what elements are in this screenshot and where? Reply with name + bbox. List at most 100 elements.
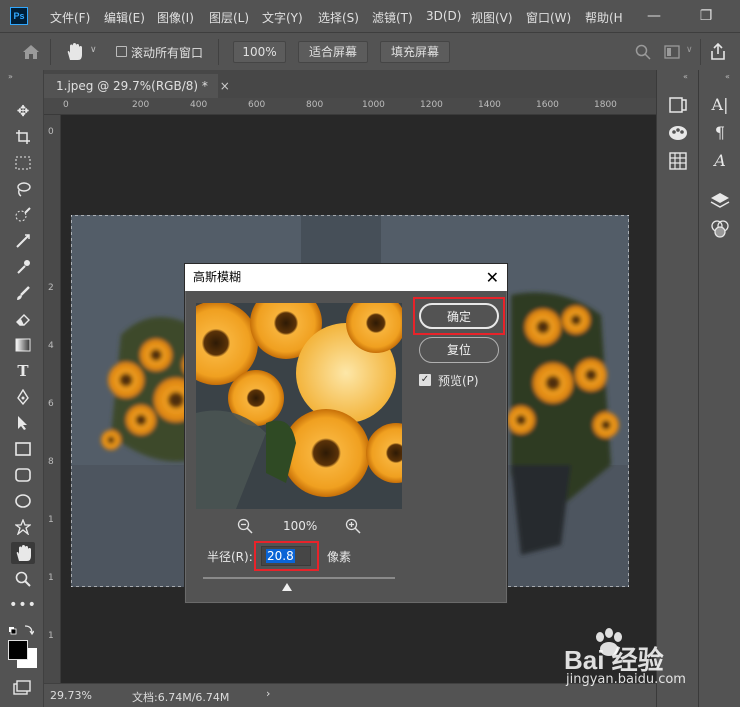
rounded-rectangle-tool-icon[interactable] xyxy=(11,464,35,486)
marquee-tool-icon[interactable] xyxy=(11,152,35,174)
swatches-icon[interactable] xyxy=(667,150,689,172)
tab-close-icon[interactable]: × xyxy=(220,79,230,93)
close-icon[interactable]: ✕ xyxy=(486,264,499,291)
workspace-icon[interactable] xyxy=(664,45,680,59)
eyedropper-tool-icon[interactable] xyxy=(11,256,35,278)
ruler-label: 1400 xyxy=(478,100,501,110)
collapse-icon[interactable]: « xyxy=(725,72,730,81)
ruler-label: 1800 xyxy=(594,100,617,110)
share-icon[interactable] xyxy=(710,43,726,60)
type-tool-icon[interactable]: T xyxy=(11,360,35,382)
ruler-label: 800 xyxy=(306,100,324,110)
document-tab-title: 1.jpeg @ 29.7%(RGB/8) * xyxy=(56,79,208,93)
chevron-down-icon[interactable]: ∨ xyxy=(686,45,693,55)
restore-button[interactable]: ❐ xyxy=(692,4,720,28)
foreground-color-swatch[interactable] xyxy=(8,640,28,660)
screen-mode-icon[interactable] xyxy=(13,680,31,696)
document-tab[interactable]: 1.jpeg @ 29.7%(RGB/8) * × xyxy=(44,74,230,98)
menu-edit[interactable]: 编辑(E) xyxy=(104,9,145,26)
panel-dock-right: « A| ¶ A xyxy=(698,70,740,707)
glyphs-icon[interactable]: A xyxy=(709,150,731,172)
preview-checkbox[interactable]: ✓ xyxy=(419,374,431,386)
hand-tool-icon[interactable] xyxy=(11,542,35,564)
crop-tool-icon[interactable] xyxy=(11,230,35,252)
options-bar: ∨ 滚动所有窗口 100% 适合屏幕 填充屏幕 ∨ xyxy=(0,32,740,70)
radius-label: 半径(R): xyxy=(207,550,253,564)
custom-shape-tool-icon[interactable] xyxy=(11,516,35,538)
artboard-tool-icon[interactable] xyxy=(11,126,35,148)
menu-3d[interactable]: 3D(D) xyxy=(426,9,461,23)
menu-view[interactable]: 视图(V) xyxy=(471,9,513,26)
document-tab-bar: 1.jpeg @ 29.7%(RGB/8) * × xyxy=(44,70,656,98)
path-selection-tool-icon[interactable] xyxy=(11,412,35,434)
dialog-title: 高斯模糊 xyxy=(193,270,242,284)
sunflower-preview-image xyxy=(196,303,402,509)
gaussian-blur-dialog: 高斯模糊 ✕ 确定 复位 ✓ 预览(P) 100% 半径(R): 20.8 像素 xyxy=(184,263,508,604)
ruler-label: 0 xyxy=(63,100,69,110)
menu-type[interactable]: 文字(Y) xyxy=(262,9,303,26)
vertical-ruler: 0 2 4 6 8 1 1 1 xyxy=(44,115,61,683)
dialog-titlebar[interactable]: 高斯模糊 ✕ xyxy=(185,264,507,291)
menu-help[interactable]: 帮助(H xyxy=(585,9,623,26)
baidu-watermark: Bai 经验 jingyan.baidu.com xyxy=(556,626,736,690)
ruler-label: 0 xyxy=(48,127,54,137)
home-icon[interactable] xyxy=(22,44,40,60)
gradient-tool-icon[interactable] xyxy=(11,334,35,356)
more-tools-icon[interactable]: ••• xyxy=(9,594,36,616)
scroll-all-windows-label: 滚动所有窗口 xyxy=(131,46,204,60)
photoshop-logo: Ps xyxy=(10,7,28,25)
paragraph-icon[interactable]: ¶ xyxy=(709,122,731,144)
ellipse-tool-icon[interactable] xyxy=(11,490,35,512)
ruler-label: 1 xyxy=(48,573,54,583)
lasso-tool-icon[interactable] xyxy=(11,178,35,200)
baidu-url-text: jingyan.baidu.com xyxy=(566,672,686,687)
pen-tool-icon[interactable] xyxy=(11,386,35,408)
collapse-icon[interactable]: « xyxy=(683,72,688,81)
brush-tool-icon[interactable] xyxy=(11,282,35,304)
preview-pane[interactable] xyxy=(196,303,402,509)
hand-tool-icon[interactable] xyxy=(64,42,84,62)
radius-slider-thumb[interactable] xyxy=(281,582,293,592)
history-icon[interactable] xyxy=(667,94,689,116)
rectangle-tool-icon[interactable] xyxy=(11,438,35,460)
radius-slider-track[interactable] xyxy=(203,577,395,579)
move-tool-icon[interactable]: ✥ xyxy=(11,100,35,122)
divider xyxy=(700,39,701,65)
menu-layer[interactable]: 图层(L) xyxy=(209,9,249,26)
channels-icon[interactable] xyxy=(709,218,731,240)
ruler-label: 600 xyxy=(248,100,266,110)
scroll-all-windows-checkbox[interactable] xyxy=(116,46,127,57)
layers-icon[interactable] xyxy=(709,190,731,212)
minimize-button[interactable]: — xyxy=(640,4,668,28)
divider xyxy=(218,39,219,65)
menu-image[interactable]: 图像(I) xyxy=(157,9,194,26)
fill-screen-button[interactable]: 填充屏幕 xyxy=(380,41,450,63)
zoom-tool-icon[interactable] xyxy=(11,568,35,590)
ruler-label: 8 xyxy=(48,457,54,467)
quick-selection-tool-icon[interactable] xyxy=(11,204,35,226)
reset-button[interactable]: 复位 xyxy=(419,337,499,363)
ruler-label: 2 xyxy=(48,283,54,293)
color-icon[interactable] xyxy=(667,122,689,144)
zoom-out-icon[interactable] xyxy=(237,518,253,534)
menu-filter[interactable]: 滤镜(T) xyxy=(372,9,413,26)
ruler-label: 6 xyxy=(48,399,54,409)
search-icon[interactable] xyxy=(635,44,651,60)
menu-file[interactable]: 文件(F) xyxy=(50,9,90,26)
menu-window[interactable]: 窗口(W) xyxy=(526,9,571,26)
ruler-label: 200 xyxy=(132,100,150,110)
status-menu-arrow[interactable]: › xyxy=(266,687,270,700)
zoom-100-button[interactable]: 100% xyxy=(233,41,286,63)
chevron-down-icon[interactable]: ∨ xyxy=(90,45,97,55)
zoom-level[interactable]: 29.73% xyxy=(50,689,92,702)
swap-colors-icon[interactable] xyxy=(8,624,34,638)
menu-select[interactable]: 选择(S) xyxy=(318,9,359,26)
fit-screen-button[interactable]: 适合屏幕 xyxy=(298,41,368,63)
collapse-icon[interactable]: » xyxy=(8,72,13,81)
eraser-tool-icon[interactable] xyxy=(11,308,35,330)
menu-bar: Ps 文件(F) 编辑(E) 图像(I) 图层(L) 文字(Y) 选择(S) 滤… xyxy=(0,0,740,32)
tools-panel: » ✥ T ••• xyxy=(0,70,44,707)
zoom-in-icon[interactable] xyxy=(345,518,361,534)
ruler-label: 1000 xyxy=(362,100,385,110)
character-icon[interactable]: A| xyxy=(709,94,731,116)
